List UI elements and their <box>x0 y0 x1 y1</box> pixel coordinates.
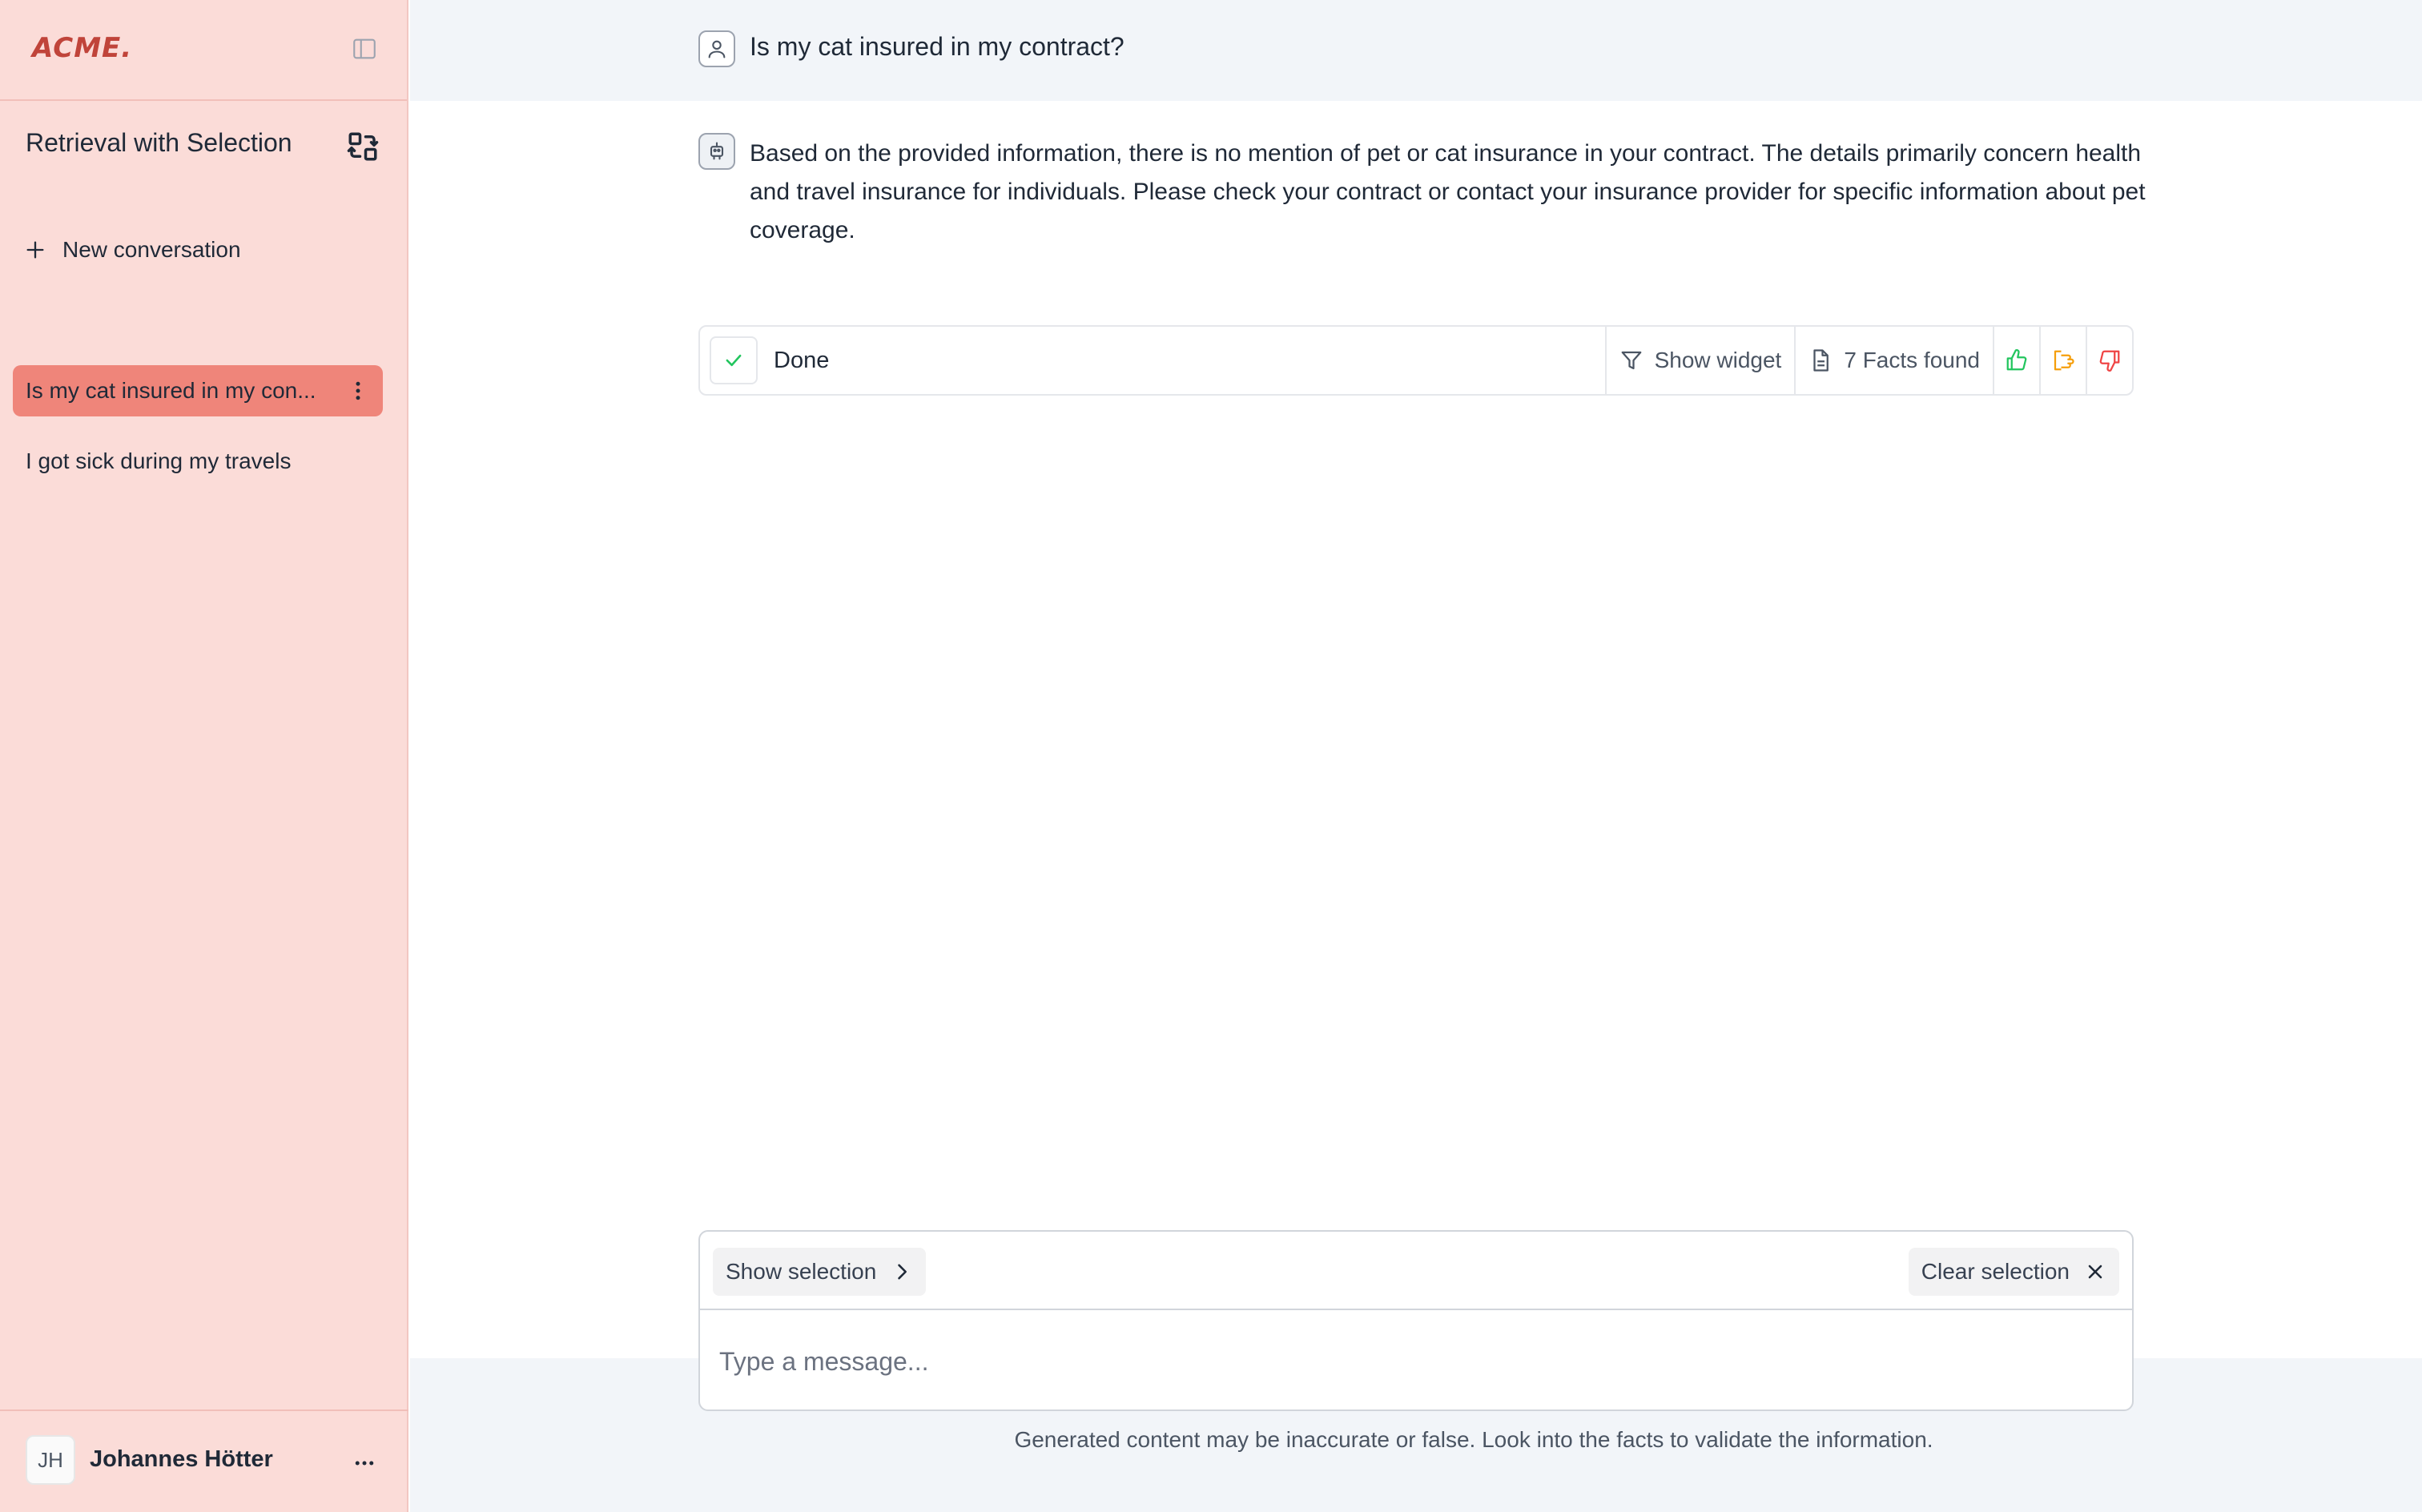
conversation-item-active[interactable]: Is my cat insured in my con... <box>13 365 383 416</box>
show-widget-button[interactable]: Show widget <box>1604 327 1795 394</box>
close-icon <box>2088 1265 2102 1279</box>
sidebar: ACME. Retrieval with Selection New conve… <box>0 0 408 1512</box>
show-widget-label: Show widget <box>1654 348 1782 372</box>
chevron-right-icon <box>898 1264 907 1280</box>
conversation-label: Is my cat insured in my con... <box>26 378 316 403</box>
thumbs-down-icon <box>2099 350 2120 372</box>
thumbs-down-button[interactable] <box>2086 327 2132 394</box>
switch-workspace-icon[interactable] <box>346 130 380 163</box>
assistant-answer: Based on the provided information, there… <box>750 140 2146 243</box>
more-horizontal-icon[interactable] <box>352 1451 376 1475</box>
plus-icon <box>26 241 44 259</box>
thumbs-neutral-button[interactable] <box>2039 327 2086 394</box>
show-selection-button[interactable]: Show selection <box>713 1248 927 1296</box>
status-indicator: Done <box>700 327 1605 394</box>
sidebar-toggle-icon[interactable] <box>351 35 378 62</box>
clear-selection-button[interactable]: Clear selection <box>1908 1248 2119 1296</box>
response-status-bar: Done Show widget 7 Facts found <box>698 325 2134 396</box>
message-input[interactable] <box>700 1312 2132 1409</box>
chat-main: Is my cat insured in my contract? Based … <box>410 0 2422 1512</box>
disclaimer-text: Generated content may be inaccurate or f… <box>1014 1427 1933 1452</box>
user-profile: JH Johannes Hötter <box>0 1409 408 1512</box>
user-avatar-icon <box>698 30 735 67</box>
conversation-label: I got sick during my travels <box>26 448 292 473</box>
status-label: Done <box>774 347 830 373</box>
sidebar-header: ACME. <box>0 0 407 101</box>
facts-found-button[interactable]: 7 Facts found <box>1794 327 1993 394</box>
acme-logo: ACME. <box>32 32 133 64</box>
clear-selection-label: Clear selection <box>1921 1259 2070 1284</box>
thumbs-sideways-icon <box>2054 350 2074 371</box>
disclaimer: Generated content may be inaccurate or f… <box>410 1427 2422 1453</box>
selection-toolbar: Show selection Clear selection <box>700 1232 2132 1310</box>
facts-found-label: 7 Facts found <box>1844 348 1980 372</box>
show-selection-label: Show selection <box>726 1259 877 1284</box>
check-icon <box>710 336 758 384</box>
thumbs-up-icon <box>2006 349 2027 371</box>
avatar[interactable]: JH <box>26 1435 75 1485</box>
conversation-item[interactable]: I got sick during my travels <box>13 436 383 487</box>
filter-icon <box>1621 351 1641 370</box>
thumbs-up-button[interactable] <box>1993 327 2039 394</box>
new-conversation-label: New conversation <box>62 237 241 262</box>
user-name: Johannes Hötter <box>90 1446 273 1472</box>
more-vertical-icon[interactable] <box>346 379 370 403</box>
new-conversation-button[interactable]: New conversation <box>24 234 241 266</box>
user-question: Is my cat insured in my contract? <box>750 32 1124 61</box>
document-icon <box>1813 349 1829 372</box>
message-composer: Show selection Clear selection <box>698 1230 2134 1411</box>
workspace-title: Retrieval with Selection <box>26 128 292 157</box>
bot-icon <box>698 133 735 170</box>
